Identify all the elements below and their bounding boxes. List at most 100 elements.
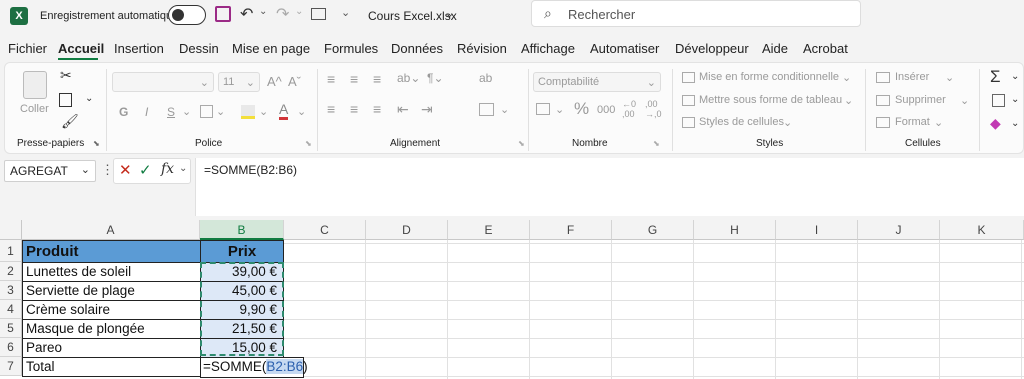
number-format-select[interactable]: Comptabilité ⌄ xyxy=(533,72,661,92)
row-header-1[interactable]: 1 xyxy=(0,240,22,262)
column-header-d[interactable]: D xyxy=(366,220,448,240)
rtl-icon[interactable]: ¶⌄ xyxy=(427,71,444,85)
column-header-a[interactable]: A xyxy=(22,220,200,240)
tab-accueil[interactable]: Accueil xyxy=(58,41,104,56)
cell-b1[interactable]: Prix xyxy=(200,240,284,263)
align-middle-icon[interactable]: ≡ xyxy=(350,71,358,87)
cell-a3[interactable]: Serviette de plage xyxy=(22,282,201,301)
form-icon[interactable] xyxy=(311,8,326,20)
delete-cells-button[interactable]: Supprimer xyxy=(895,94,946,106)
row-header-6[interactable]: 6 xyxy=(0,338,22,357)
name-box[interactable]: AGREGAT ⌄ xyxy=(4,160,96,182)
decrease-decimal-icon[interactable]: ,00 →,0 xyxy=(645,99,662,119)
row-header-3[interactable]: 3 xyxy=(0,281,22,300)
increase-decimal-icon[interactable]: ←0,00 xyxy=(622,99,636,119)
wrap-text-icon[interactable]: ab xyxy=(479,71,492,85)
paste-button[interactable]: Coller xyxy=(20,103,49,115)
align-right-icon[interactable]: ≡ xyxy=(373,101,381,117)
orientation-icon[interactable]: ab⌄ xyxy=(397,71,420,85)
increase-indent-icon[interactable]: ⇥ xyxy=(421,101,433,118)
align-top-icon[interactable]: ≡ xyxy=(327,71,335,87)
borders-icon[interactable] xyxy=(200,105,213,118)
column-header-h[interactable]: H xyxy=(694,220,776,240)
fill-color-dropdown-icon[interactable]: ⌄ xyxy=(259,105,268,118)
column-header-j[interactable]: J xyxy=(858,220,940,240)
select-all-corner[interactable] xyxy=(0,220,22,240)
redo-icon[interactable]: ↷ xyxy=(276,4,289,24)
tab-formules[interactable]: Formules xyxy=(324,41,378,56)
autosum-dropdown-icon[interactable]: ⌄ xyxy=(1011,71,1019,82)
font-launcher-icon[interactable]: ⬊ xyxy=(305,139,312,148)
clear-dropdown-icon[interactable]: ⌄ xyxy=(1011,118,1019,129)
autosave-toggle[interactable] xyxy=(168,5,206,25)
column-header-b[interactable]: B xyxy=(200,220,284,240)
column-header-i[interactable]: I xyxy=(776,220,858,240)
insert-cells-button[interactable]: Insérer xyxy=(895,71,929,83)
column-header-g[interactable]: G xyxy=(612,220,694,240)
insert-function-dropdown-icon[interactable]: ⌄ xyxy=(179,163,187,174)
tab-donnees[interactable]: Données xyxy=(391,41,443,56)
column-header-k[interactable]: K xyxy=(940,220,1024,240)
clipboard-launcher-icon[interactable]: ⬊ xyxy=(93,139,100,148)
cell-styles-button[interactable]: Styles de cellules xyxy=(699,116,784,128)
conditional-formatting-dropdown-icon[interactable]: ⌄ xyxy=(842,71,851,84)
tab-developpeur[interactable]: Développeur xyxy=(675,41,749,56)
tab-acrobat[interactable]: Acrobat xyxy=(803,41,848,56)
search-box[interactable]: ⌕ Rechercher xyxy=(531,0,861,27)
increase-font-icon[interactable]: A^ xyxy=(267,74,282,89)
column-header-c[interactable]: C xyxy=(284,220,366,240)
enter-icon[interactable]: ✓ xyxy=(139,161,152,179)
column-header-f[interactable]: F xyxy=(530,220,612,240)
save-icon[interactable] xyxy=(215,6,231,22)
empty-cells[interactable] xyxy=(284,240,1024,379)
cell-b7-editing[interactable]: =SOMME(B2:B6) xyxy=(200,357,308,378)
cancel-icon[interactable]: ✕ xyxy=(119,161,132,179)
underline-dropdown-icon[interactable]: ⌄ xyxy=(182,105,191,118)
thousands-button[interactable]: 000 xyxy=(597,104,615,116)
font-size-select[interactable]: 11 ⌄ xyxy=(218,72,260,92)
cell-a5[interactable]: Masque de plongée xyxy=(22,320,201,339)
row-header-7[interactable]: 7 xyxy=(0,357,22,376)
align-bottom-icon[interactable]: ≡ xyxy=(373,71,381,87)
paste-icon[interactable] xyxy=(23,71,47,99)
tab-fichier[interactable]: Fichier xyxy=(8,41,47,56)
copy-icon[interactable] xyxy=(59,93,72,107)
clear-icon[interactable]: ◆ xyxy=(990,115,1001,132)
decrease-font-icon[interactable]: Aˇ xyxy=(288,74,301,89)
format-cells-button[interactable]: Format xyxy=(895,116,930,128)
format-cells-dropdown-icon[interactable]: ⌄ xyxy=(934,116,943,129)
align-center-icon[interactable]: ≡ xyxy=(350,101,358,117)
copy-dropdown-icon[interactable]: ⌄ xyxy=(85,93,93,104)
cell-a2[interactable]: Lunettes de soleil xyxy=(22,263,201,282)
row-header-2[interactable]: 2 xyxy=(0,262,22,281)
cut-icon[interactable]: ✂ xyxy=(60,67,72,84)
tab-dessin[interactable]: Dessin xyxy=(179,41,219,56)
tab-mise-en-page[interactable]: Mise en page xyxy=(232,41,310,56)
cell-a1[interactable]: Produit xyxy=(22,240,201,263)
autosum-icon[interactable]: Σ xyxy=(990,67,1001,87)
customize-toolbar-icon[interactable]: ⌄ xyxy=(341,6,350,19)
merge-dropdown-icon[interactable]: ⌄ xyxy=(500,103,509,116)
fill-dropdown-icon[interactable]: ⌄ xyxy=(1011,94,1019,105)
fill-icon[interactable] xyxy=(992,94,1005,107)
bold-button[interactable]: G xyxy=(119,105,128,119)
borders-dropdown-icon[interactable]: ⌄ xyxy=(216,105,225,118)
align-left-icon[interactable]: ≡ xyxy=(327,101,335,117)
alignment-launcher-icon[interactable]: ⬊ xyxy=(518,139,525,148)
insert-function-button[interactable]: fx xyxy=(161,161,174,177)
tab-revision[interactable]: Révision xyxy=(457,41,507,56)
font-name-select[interactable]: ⌄ xyxy=(112,72,214,92)
fill-color-icon[interactable] xyxy=(241,105,255,119)
accounting-icon[interactable] xyxy=(536,103,550,115)
number-launcher-icon[interactable]: ⬊ xyxy=(653,139,660,148)
percent-button[interactable]: % xyxy=(574,99,589,119)
insert-cells-dropdown-icon[interactable]: ⌄ xyxy=(945,71,954,84)
undo-icon[interactable]: ↶ xyxy=(240,4,253,24)
format-painter-icon[interactable]: 🖌 xyxy=(61,113,79,130)
tab-affichage[interactable]: Affichage xyxy=(521,41,575,56)
underline-button[interactable]: S xyxy=(167,105,175,119)
column-header-e[interactable]: E xyxy=(448,220,530,240)
tab-aide[interactable]: Aide xyxy=(762,41,788,56)
cell-a6[interactable]: Pareo xyxy=(22,339,201,358)
cell-a4[interactable]: Crème solaire xyxy=(22,301,201,320)
